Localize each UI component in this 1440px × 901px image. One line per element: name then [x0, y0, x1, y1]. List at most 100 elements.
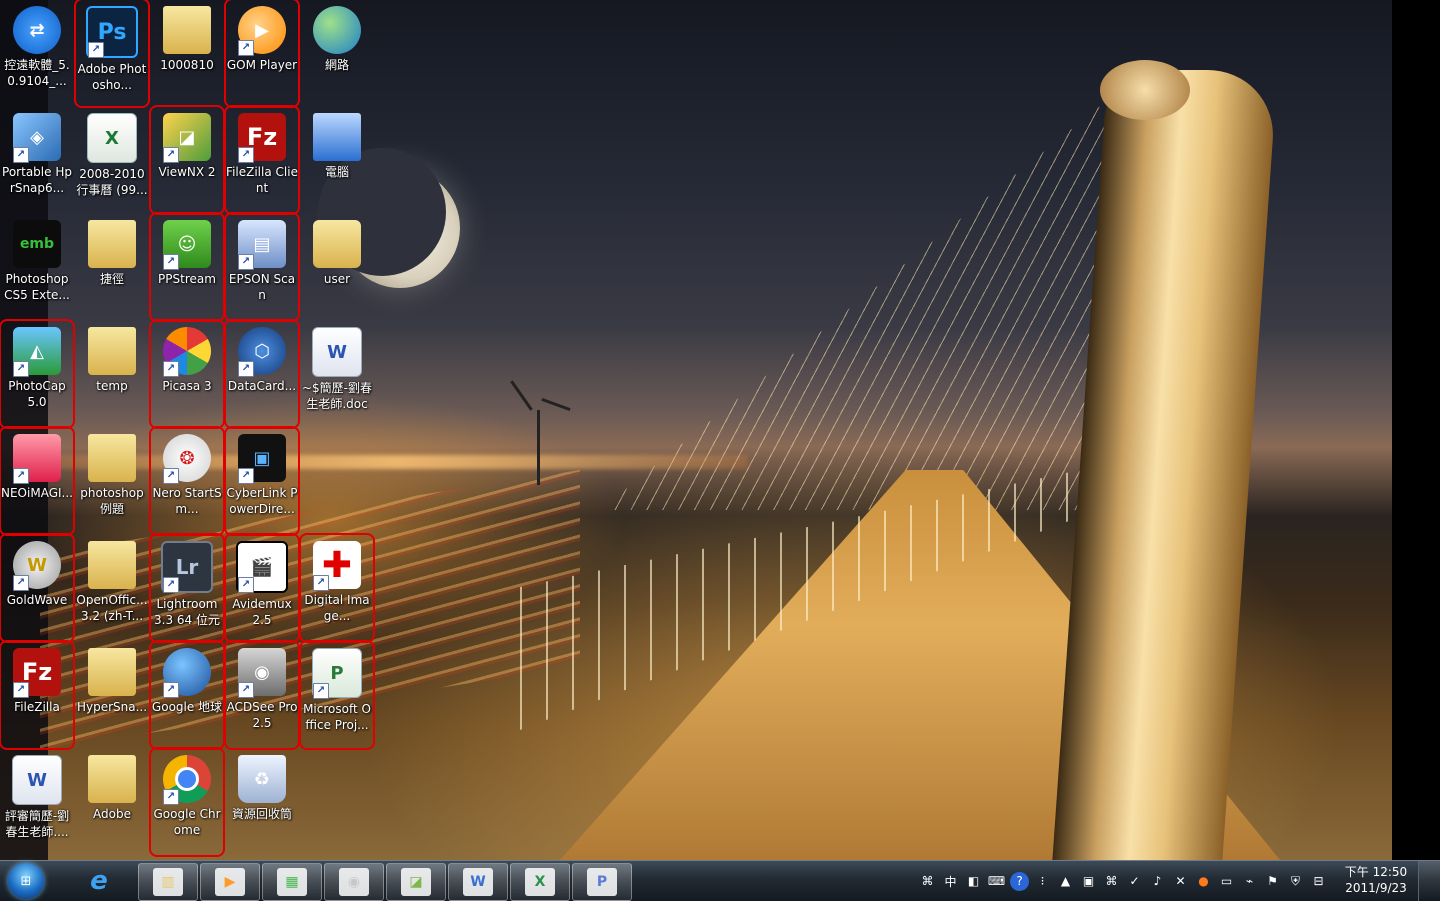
taskbar-button-media[interactable]: ▶	[200, 863, 260, 901]
desktop-icon-ms-project[interactable]: P ↗ Microsoft Office Proj...	[299, 640, 375, 750]
desktop-icon-neoimaging[interactable]: ↗ NEOiMAGI...	[0, 426, 75, 536]
desktop-icon-picasa3[interactable]: ↗ Picasa 3	[149, 319, 225, 429]
start-button[interactable]: ⊞	[2, 861, 50, 901]
shield-icon[interactable]: ⛨	[1286, 872, 1305, 891]
desktop-icon-adobe-folder[interactable]: Adobe	[76, 751, 148, 851]
excel-taskbar-icon: X	[525, 868, 555, 896]
desktop-icon-filezilla[interactable]: Fz ↗ FileZilla	[0, 640, 75, 750]
desktop-icon-cyberlink-powerdirector[interactable]: ▣ ↗ CyberLink PowerDire...	[224, 426, 300, 536]
desktop-icon-photoshop[interactable]: Ps ↗ Adobe Photosho...	[74, 0, 150, 108]
desktop-icon-goldwave[interactable]: W ↗ GoldWave	[0, 533, 75, 643]
scanner-icon: ▤ ↗	[238, 220, 286, 270]
desktop-icon-google-earth[interactable]: ↗ Google 地球	[149, 640, 225, 750]
shortcut-arrow-icon: ↗	[238, 361, 254, 377]
desktop-icon-label: EPSON Scan	[228, 272, 296, 302]
desktop-icon-lightroom[interactable]: Lr ↗ Lightroom 3.3 64 位元	[149, 533, 225, 643]
desktop-icon-datacard[interactable]: ⬡ ↗ DataCard...	[224, 319, 300, 429]
orange-app-icon[interactable]: ●	[1194, 872, 1213, 891]
desktop-icon-photoshop-cs5-ext[interactable]: emb Photoshop CS5 Exte...	[1, 216, 73, 316]
desktop-icon-label: ACDSee Pro 2.5	[226, 700, 298, 730]
ime-icon[interactable]: ⌘	[918, 872, 937, 891]
digital-image-icon: ✚ ↗	[313, 541, 361, 591]
desktop-icon-label: Portable HprSnap6...	[2, 165, 72, 195]
desktop-icon-label: Nero StartSm...	[152, 486, 222, 516]
taskbar-button-monitor[interactable]: ▦	[262, 863, 322, 901]
desktop-icon-recycle-bin[interactable]: ♻ 資源回收筒	[226, 751, 298, 851]
desktop-icon-label: FileZilla	[14, 700, 60, 714]
desktop-icon-user-folder[interactable]: user	[301, 216, 373, 316]
taskbar-clock[interactable]: 下午 12:50 2011/9/23	[1340, 864, 1412, 896]
ime-fullwidth-icon[interactable]: ◧	[964, 872, 983, 891]
desktop-icon-label: HyperSna...	[76, 700, 148, 714]
desktop-icon-digital-image[interactable]: ✚ ↗ Digital Image...	[299, 533, 375, 643]
desktop-icon-openoffice-folder[interactable]: OpenOffic... 3.2 (zh-T...	[76, 537, 148, 637]
desktop-icon-teamviewer[interactable]: ⇄ 控遠軟體_5.0.9104_...	[1, 2, 73, 102]
desktop-icon-folder-1000810[interactable]: 1000810	[151, 2, 223, 102]
system-monitor-icon: ▦	[277, 868, 307, 896]
shortcut-arrow-icon: ↗	[238, 40, 254, 56]
desktop-icon-photoshop-examples[interactable]: photoshop 例題	[76, 430, 148, 530]
shortcut-arrow-icon: ↗	[313, 683, 329, 699]
shortcut-arrow-icon: ↗	[163, 577, 179, 593]
taskbar-button-viewnx-task[interactable]: ◪	[386, 863, 446, 901]
desktop-icon-viewnx2[interactable]: ◪ ↗ ViewNX 2	[149, 105, 225, 215]
network-icon	[313, 6, 361, 54]
display-icon[interactable]: ▭	[1217, 872, 1236, 891]
desktop-icon-review-doc[interactable]: W 評審簡歷-劉春生老師....	[1, 751, 73, 851]
antivirus-icon[interactable]: ✓	[1125, 872, 1144, 891]
acdsee-icon: ◉ ↗	[238, 648, 286, 698]
taskbar-button-ie[interactable]: e	[70, 863, 128, 899]
desktop-icon-calendar-xls[interactable]: X 2008-2010行事曆 (99...	[76, 109, 148, 209]
acdsee-taskbar-icon: ◉	[339, 868, 369, 896]
desktop-icon-gom-player[interactable]: ▶ ↗ GOM Player	[224, 0, 300, 108]
desktop-icon-portable-hprsnap[interactable]: ◈ ↗ Portable HprSnap6...	[1, 109, 73, 209]
word-taskbar-icon: W	[463, 868, 493, 896]
network-tray-icon[interactable]: ⌁	[1240, 872, 1259, 891]
desktop-icon-hypersnap-folder[interactable]: HyperSna...	[76, 644, 148, 744]
desktop-icon-google-chrome[interactable]: ↗ Google Chrome	[149, 747, 225, 857]
ime-options-icon[interactable]: ⁝	[1033, 872, 1052, 891]
shortcut-arrow-icon: ↗	[163, 468, 179, 484]
desktop-icon-epson-scan[interactable]: ▤ ↗ EPSON Scan	[224, 212, 300, 322]
ime-keyboard-icon[interactable]: ⌨	[987, 872, 1006, 891]
word-file-icon: W	[312, 327, 362, 377]
taskbar-button-explorer[interactable]: ▥	[138, 863, 198, 901]
desktop-icon-shortcut-folder[interactable]: 捷徑	[76, 216, 148, 316]
bluetooth-icon[interactable]: ⌘	[1102, 872, 1121, 891]
desktop-icon-acdsee[interactable]: ◉ ↗ ACDSee Pro 2.5	[224, 640, 300, 750]
picasa-icon: ↗	[163, 327, 211, 377]
desktop-icon-computer[interactable]: 電腦	[301, 109, 373, 209]
help-icon[interactable]: ?	[1010, 871, 1029, 891]
shortcut-arrow-icon: ↗	[163, 254, 179, 270]
volume-icon[interactable]: ♪	[1148, 872, 1167, 891]
desktop-icon-label: GOM Player	[226, 58, 298, 72]
desktop-icon-temp-folder[interactable]: temp	[76, 323, 148, 423]
device-icon[interactable]: ▣	[1079, 872, 1098, 891]
desktop-icon-ppstream[interactable]: ☺ ↗ PPStream	[149, 212, 225, 322]
desktop-icon-photocap[interactable]: ◭ ↗ PhotoCap 5.0	[0, 319, 75, 429]
show-desktop-button[interactable]	[1418, 861, 1440, 901]
folder-icon	[88, 220, 136, 268]
taskbar-button-acdsee-task[interactable]: ◉	[324, 863, 384, 901]
power-icon[interactable]: ⊟	[1309, 872, 1328, 891]
filezilla-icon: Fz ↗	[238, 113, 286, 163]
taskbar-button-project-task[interactable]: P	[572, 863, 632, 901]
desktop-icon-label: Lightroom 3.3 64 位元	[154, 597, 220, 627]
taskbar-button-word-task[interactable]: W	[448, 863, 508, 901]
desktop-icon-label: Google 地球	[151, 700, 223, 714]
desktop-icon-network[interactable]: 網路	[301, 2, 373, 102]
desktop-icon-avidemux[interactable]: 🎬 ↗ Avidemux 2.5	[224, 533, 300, 643]
taskbar-button-excel-task[interactable]: X	[510, 863, 570, 901]
avidemux-icon: 🎬 ↗	[236, 541, 288, 593]
viewnx-icon: ◪ ↗	[163, 113, 211, 163]
desktop-icon-resume-doc[interactable]: W ~$簡歷-劉春生老師.doc	[301, 323, 373, 423]
desktop-icon-label: GoldWave	[6, 593, 68, 607]
action-center-icon[interactable]: ⚑	[1263, 872, 1282, 891]
security-icon[interactable]: ✕	[1171, 872, 1190, 891]
ime-chinese-icon[interactable]: 中	[941, 872, 960, 891]
show-hidden-icons-icon[interactable]: ▲	[1056, 872, 1075, 891]
shortcut-arrow-icon: ↗	[313, 575, 329, 591]
desktop-icon-nero-startsmart[interactable]: ❂ ↗ Nero StartSm...	[149, 426, 225, 536]
powerdirector-icon: ▣ ↗	[238, 434, 286, 484]
desktop-icon-filezilla-client[interactable]: Fz ↗ FileZilla Client	[224, 105, 300, 215]
